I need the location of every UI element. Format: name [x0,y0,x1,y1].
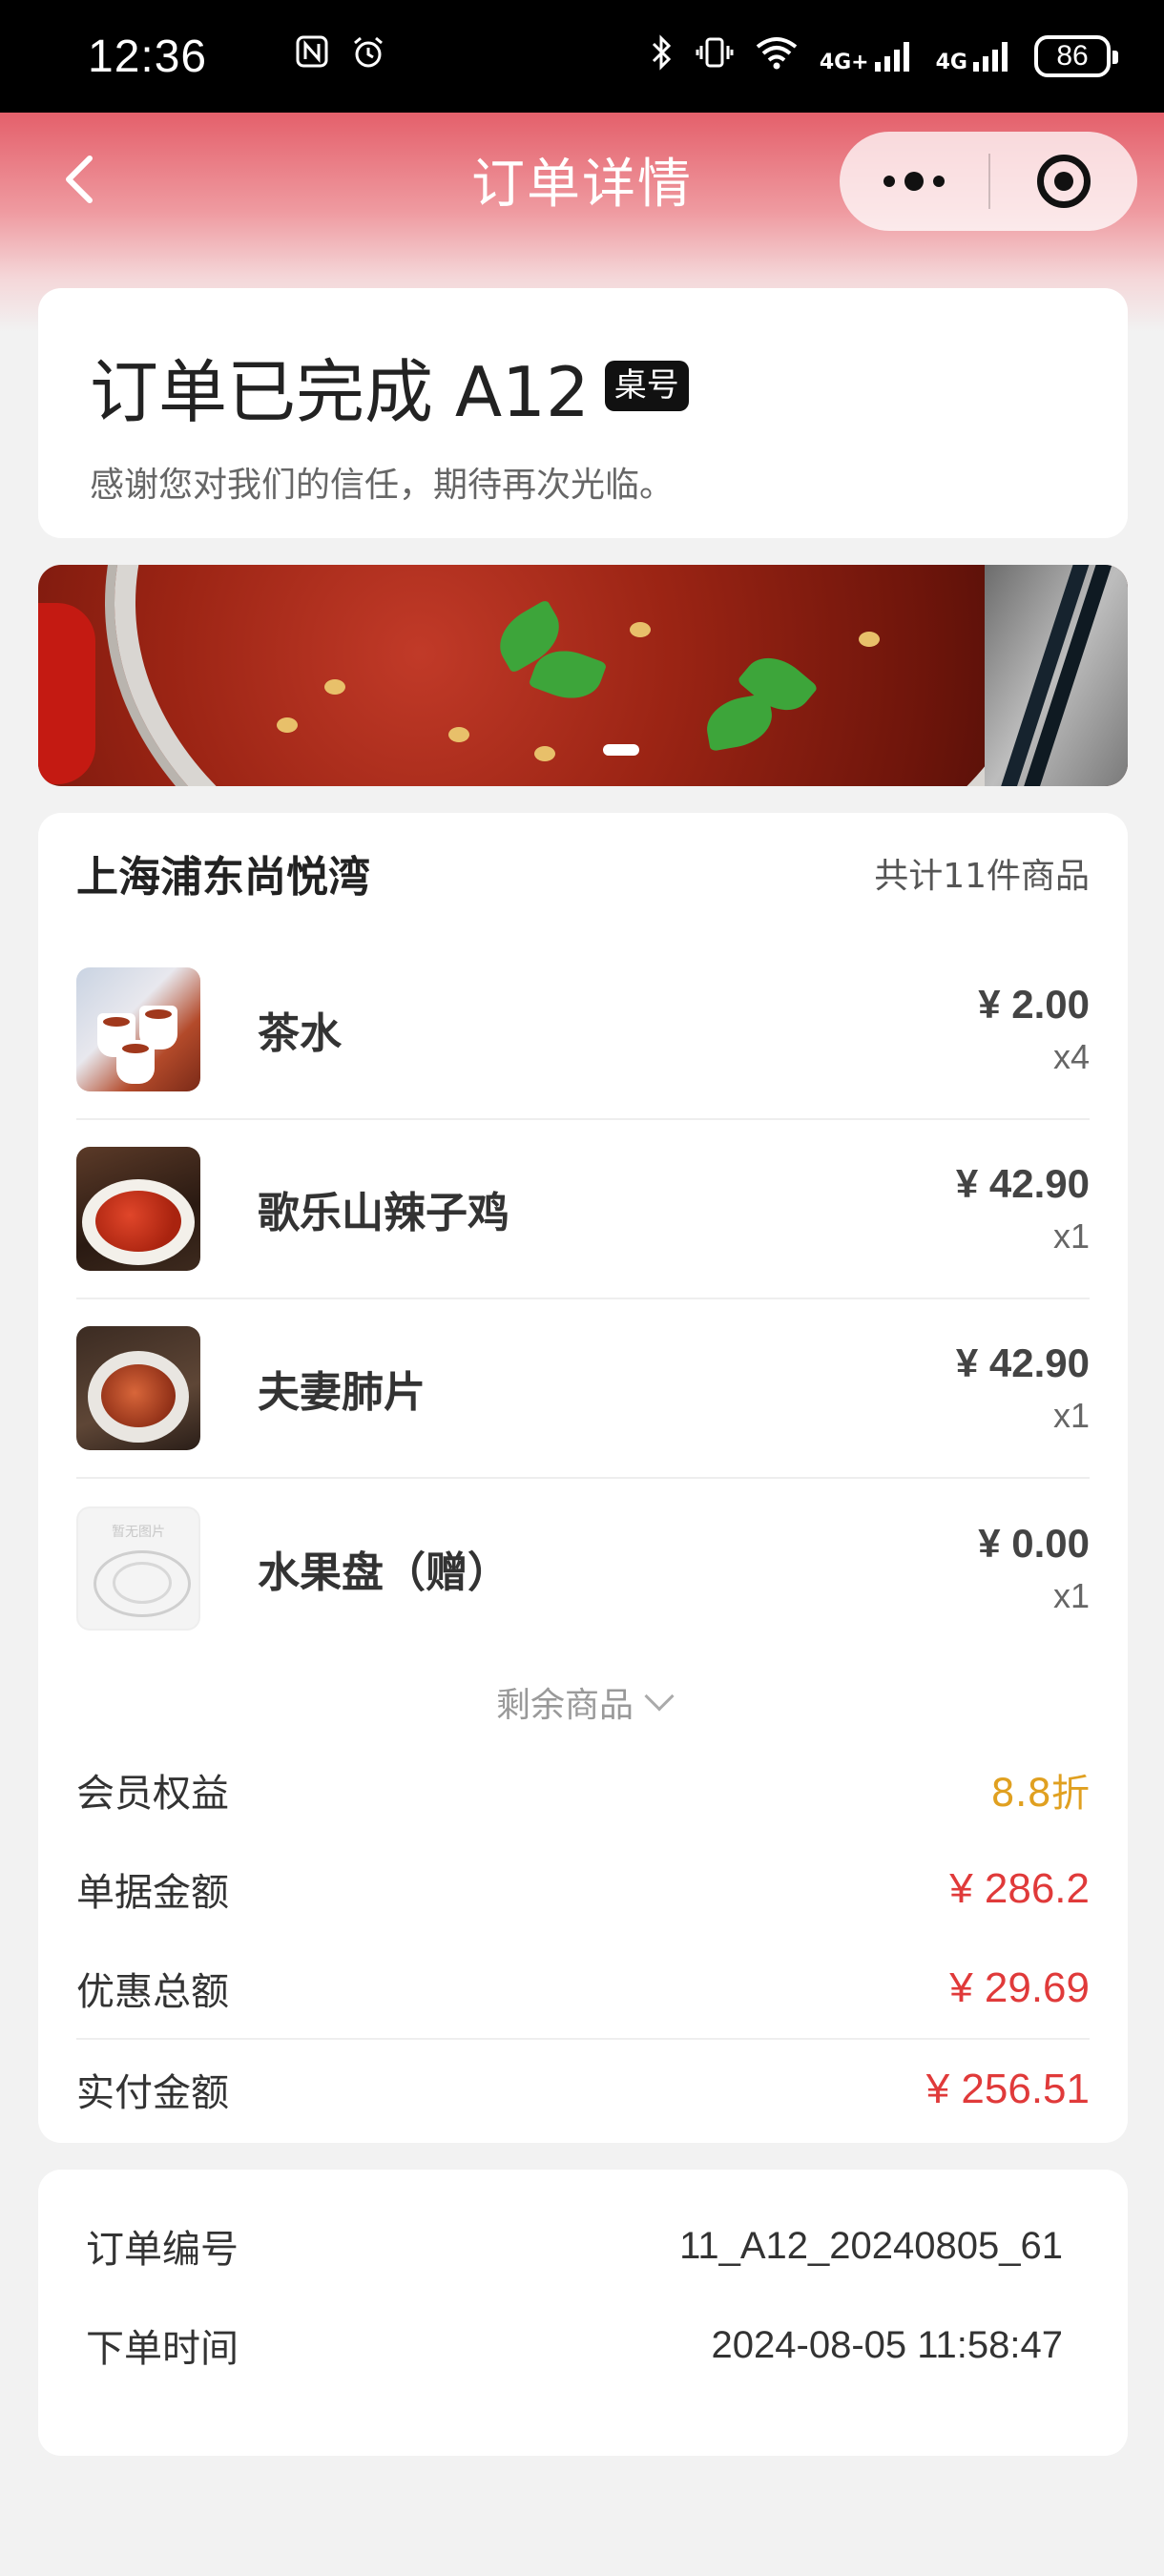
item-list: 茶水 ¥ 2.00 x4 歌乐山辣子鸡 ¥ 42.90 x1 夫妻肺片 ¥ 42… [76,941,1090,1658]
target-icon [1037,155,1091,208]
banner-peanut [448,727,469,742]
item-price-block: ¥ 42.90 x1 [956,1340,1090,1436]
item-price: ¥ 42.90 [955,1340,1090,1385]
page-title: 订单详情 [471,153,693,216]
paid-amount-label: 实付金额 [76,2071,229,2115]
battery-icon: 86 [1034,35,1118,77]
list-item[interactable]: 歌乐山辣子鸡 ¥ 42.90 x1 [76,1120,1090,1299]
signal-icon-2: 4G [936,39,1013,73]
item-image-chicken [76,1147,200,1271]
order-number-label: 订单编号 [86,2228,239,2272]
member-benefit-value: 8.8折 [990,1772,1090,1816]
item-name: 歌乐山辣子鸡 [258,1189,509,1237]
order-number-value: 11_A12_20240805_61 [679,2224,1063,2267]
store-row: 上海浦东尚悦湾 共计11件商品 [76,813,1090,924]
more-dot-icon [883,176,895,187]
nav-bar: 订单详情 [0,113,1164,246]
order-info-card: 订单编号 11_A12_20240805_61 下单时间 2024-08-05 … [38,2170,1128,2456]
order-number-row: 订单编号 11_A12_20240805_61 [86,2196,1063,2296]
order-time-value: 2024-08-05 11:58:47 [711,2323,1063,2366]
bill-amount-value: ¥ 286.2 [949,1865,1090,1912]
bill-amount-row: 单据金额 ¥ 286.2 [76,1839,1090,1939]
remaining-items-label: 剩余商品 [495,1686,634,1725]
item-price-block: ¥ 0.00 x1 [978,1521,1090,1616]
list-item[interactable]: 夫妻肺片 ¥ 42.90 x1 [76,1299,1090,1479]
back-button[interactable] [53,153,107,206]
bill-amount-label: 单据金额 [76,1871,229,1915]
banner-indicator [603,744,639,756]
bluetooth-icon [650,33,675,79]
paid-amount-row: 实付金额 ¥ 256.51 [76,2038,1090,2139]
item-image-lung-slices [76,1326,200,1450]
banner-peanut [630,622,651,637]
order-status-subtitle: 感谢您对我们的信任，期待再次光临。 [90,466,675,505]
close-button[interactable] [990,132,1137,231]
store-name: 上海浦东尚悦湾 [76,853,370,902]
alarm-icon [350,34,386,79]
item-price: ¥ 42.90 [955,1161,1090,1206]
item-price: ¥ 0.00 [978,1521,1090,1566]
list-item[interactable]: 茶水 ¥ 2.00 x4 [76,941,1090,1120]
order-time-row: 下单时间 2024-08-05 11:58:47 [86,2296,1063,2395]
banner-chili [38,603,95,784]
promo-banner[interactable] [38,565,1128,786]
nfc-icon [295,34,329,79]
order-details-card: 上海浦东尚悦湾 共计11件商品 茶水 ¥ 2.00 x4 歌乐山辣子鸡 ¥ 42… [38,813,1128,2143]
item-price-block: ¥ 2.00 x4 [978,982,1090,1077]
placeholder-text: 暂无图片 [112,1525,165,1540]
banner-peanut [324,679,345,695]
member-benefit-label: 会员权益 [76,1772,229,1816]
item-price-block: ¥ 42.90 x1 [956,1161,1090,1257]
discount-total-value: ¥ 29.69 [949,1964,1090,2011]
more-dot-icon [904,172,924,191]
item-price: ¥ 2.00 [978,982,1090,1027]
battery-level: 86 [1056,40,1089,72]
table-number-badge: 桌号 [604,361,689,411]
mini-program-capsule [840,132,1137,231]
item-name: 夫妻肺片 [258,1368,426,1417]
status-bar: 12:36 4G+ 4G 86 [0,0,1164,113]
status-right-icons: 4G+ 4G 86 [650,33,1118,79]
item-image-tea [76,967,200,1091]
item-quantity: x1 [1052,1216,1090,1256]
order-time-label: 下单时间 [86,2327,239,2371]
member-benefit-row: 会员权益 8.8折 [76,1740,1090,1839]
banner-peanut [534,746,555,761]
item-name: 茶水 [258,1009,342,1058]
discount-total-row: 优惠总额 ¥ 29.69 [76,1939,1090,2038]
signal-icon: 4G+ [820,39,915,73]
banner-peanut [859,632,880,647]
chevron-down-icon [644,1681,675,1712]
remaining-items-toggle[interactable]: 剩余商品 [76,1664,1090,1740]
banner-peanut [277,717,298,733]
order-status-card: 订单已完成 A12 桌号 感谢您对我们的信任，期待再次光临。 [38,288,1128,538]
chevron-left-icon [66,156,93,203]
item-quantity: x1 [1052,1576,1090,1615]
status-title-row: 订单已完成 A12 桌号 [90,336,1076,436]
more-button[interactable] [840,132,988,231]
banner-cloth [985,565,1128,786]
vibrate-icon [696,34,734,79]
order-status-title: 订单已完成 A12 [90,352,590,432]
discount-total-label: 优惠总额 [76,1970,229,2014]
more-dot-icon [933,176,945,187]
wifi-icon [755,34,799,79]
item-quantity: x4 [1052,1037,1090,1076]
status-left-icons [295,34,386,79]
status-time: 12:36 [88,31,208,82]
paid-amount-value: ¥ 256.51 [925,2066,1090,2112]
list-item[interactable]: 暂无图片 水果盘（赠） ¥ 0.00 x1 [76,1479,1090,1658]
item-quantity: x1 [1052,1396,1090,1435]
item-name: 水果盘（赠） [258,1548,509,1597]
item-count: 共计11件商品 [874,857,1090,896]
item-image-placeholder: 暂无图片 [76,1506,200,1631]
